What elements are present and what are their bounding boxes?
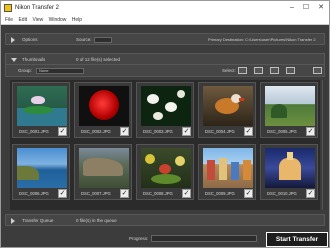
file-name: DSC_0007.JPG — [81, 191, 111, 196]
photo-night — [265, 148, 315, 188]
file-name: DSC_0002.JPG — [81, 129, 111, 134]
thumbnail-item[interactable]: DSC_0009.JPG ✓ — [198, 144, 256, 200]
window-title: Nikon Transfer 2 — [15, 5, 60, 11]
deselect-all-icon[interactable] — [286, 67, 295, 74]
progress-label: Progress: — [129, 236, 149, 241]
select-checkbox[interactable]: ✓ — [120, 189, 129, 198]
thumbnail-item[interactable]: DSC_0004.JPG ✓ — [198, 82, 256, 138]
select-checkbox[interactable]: ✓ — [182, 127, 191, 136]
app-window: Nikon Transfer 2 – ☐ ✕ File Edit View Wi… — [0, 0, 330, 248]
photo-coast — [17, 148, 67, 188]
select-checkbox[interactable]: ✓ — [306, 127, 315, 136]
progress-bar — [151, 235, 257, 242]
thumbnail-item[interactable]: DSC_0003.JPG ✓ — [136, 82, 194, 138]
menu-help[interactable]: Help — [72, 15, 82, 25]
select-protected-icon[interactable] — [270, 67, 279, 74]
thumbnail-item[interactable]: DSC_0002.JPG ✓ — [74, 82, 132, 138]
file-name: DSC_0009.JPG — [205, 191, 235, 196]
thumbnail-grid: DSC_0001.JPG ✓ DSC_0002.JPG ✓ DSC_0003.J… — [10, 80, 320, 210]
group-label: Group: — [18, 68, 32, 73]
menu-file[interactable]: File — [5, 15, 13, 25]
expand-arrow-icon[interactable] — [11, 218, 15, 224]
selection-count: 0 of 12 file(s) selected — [76, 57, 121, 62]
view-mode-icon[interactable] — [313, 67, 322, 74]
photo-rose — [79, 86, 129, 126]
thumbnail-item[interactable]: DSC_0008.JPG ✓ — [136, 144, 194, 200]
file-name: DSC_0003.JPG — [143, 129, 173, 134]
thumbnail-toolbar: Group: None Select: — [5, 65, 325, 77]
select-label: Select: — [222, 68, 236, 73]
photo-lily — [17, 86, 67, 126]
photo-landscape — [265, 86, 315, 126]
select-checkbox[interactable]: ✓ — [306, 189, 315, 198]
thumbnail-item[interactable]: DSC_0001.JPG ✓ — [12, 82, 70, 138]
photo-street — [203, 148, 253, 188]
select-checkbox[interactable]: ✓ — [120, 127, 129, 136]
group-dropdown[interactable]: None — [36, 68, 84, 74]
menu-edit[interactable]: Edit — [18, 15, 27, 25]
select-checkbox[interactable]: ✓ — [244, 127, 253, 136]
photo-cliffs — [79, 148, 129, 188]
transfer-queue-label: Transfer Queue — [22, 218, 54, 223]
start-transfer-button[interactable]: Start Transfer — [266, 232, 328, 247]
thumbnail-scrollbar[interactable] — [322, 80, 327, 210]
file-name: DSC_0004.JPG — [205, 129, 235, 134]
title-bar: Nikon Transfer 2 – ☐ ✕ — [1, 1, 329, 15]
collapse-arrow-icon[interactable] — [11, 58, 17, 62]
select-new-icon[interactable] — [254, 67, 263, 74]
source-device-icon — [94, 37, 112, 43]
file-name: DSC_0006.JPG — [19, 191, 49, 196]
source-label: Source: — [76, 37, 92, 42]
file-name: DSC_0005.JPG — [267, 129, 297, 134]
thumbnails-label: Thumbnails — [22, 57, 46, 62]
menu-view[interactable]: View — [32, 15, 43, 25]
select-checkbox[interactable]: ✓ — [182, 189, 191, 198]
thumbnail-item[interactable]: DSC_0006.JPG ✓ — [12, 144, 70, 200]
menu-bar: File Edit View Window Help — [1, 15, 329, 25]
select-checkbox[interactable]: ✓ — [58, 127, 67, 136]
select-all-icon[interactable] — [238, 67, 247, 74]
expand-arrow-icon[interactable] — [11, 37, 15, 43]
minimize-button[interactable]: – — [285, 1, 299, 15]
close-button[interactable]: ✕ — [314, 1, 328, 15]
file-name: DSC_0001.JPG — [19, 129, 49, 134]
thumbnails-panel-header[interactable]: Thumbnails 0 of 12 file(s) selected — [5, 53, 325, 65]
photo-garden — [141, 148, 191, 188]
file-name: DSC_0010.JPG — [267, 191, 297, 196]
file-name: DSC_0008.JPG — [143, 191, 173, 196]
options-label: Options — [22, 37, 38, 42]
thumbnail-item[interactable]: DSC_0010.JPG ✓ — [260, 144, 318, 200]
select-checkbox[interactable]: ✓ — [58, 189, 67, 198]
queue-count: 0 file(s) in the queue — [76, 218, 117, 223]
select-checkbox[interactable]: ✓ — [244, 189, 253, 198]
maximize-button[interactable]: ☐ — [299, 1, 313, 15]
thumbnail-item[interactable]: DSC_0007.JPG ✓ — [74, 144, 132, 200]
transfer-queue-panel[interactable]: Transfer Queue 0 file(s) in the queue — [5, 214, 325, 226]
photo-duck — [203, 86, 253, 126]
menu-window[interactable]: Window — [49, 15, 67, 25]
photo-flowers — [141, 86, 191, 126]
app-icon — [4, 4, 12, 12]
options-panel[interactable]: Options Source: Primary Destination: C:\… — [5, 33, 325, 45]
destination-text: Primary Destination: C:\Users\user\Pictu… — [208, 37, 316, 42]
thumbnail-item[interactable]: DSC_0005.JPG ✓ — [260, 82, 318, 138]
